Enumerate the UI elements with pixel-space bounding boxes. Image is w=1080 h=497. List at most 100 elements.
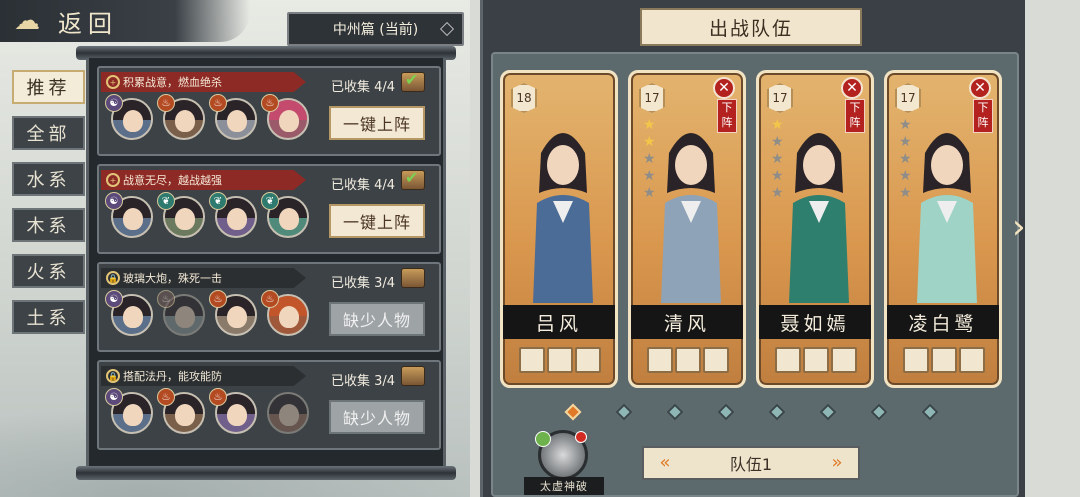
element-yinyang-icon: ☯ — [105, 192, 123, 210]
back-label: 返回 — [58, 9, 118, 38]
team-switcher[interactable]: « 队伍1 » — [642, 446, 860, 480]
collected-count: 已收集 3/4 — [331, 374, 396, 389]
level-badge: 17 — [895, 83, 921, 113]
team-member-card[interactable]: 17 ✕ 下阵 ★ ★ ★ ★ ★ 聂如嫣 — [756, 70, 874, 388]
remove-close-icon[interactable]: ✕ — [713, 77, 735, 99]
chapter-selector[interactable]: 中州篇 (当前) — [287, 12, 464, 46]
tab-earth[interactable]: 土系 — [12, 300, 85, 334]
reward-chest-icon[interactable] — [401, 366, 425, 386]
combo-row: 🔒 玻璃大炮，殊死一击 已收集 3/4 ☯ ♨ ♨ ♨ 缺少人物 — [97, 262, 441, 352]
combo-title: 积累战意，燃血绝杀 — [123, 76, 222, 89]
tab-all[interactable]: 全部 — [12, 116, 85, 150]
combo-title: 玻璃大炮，殊死一击 — [123, 272, 222, 285]
remove-close-icon[interactable]: ✕ — [969, 77, 991, 99]
equipment-slot[interactable] — [959, 347, 985, 373]
element-fire-icon: ♨ — [261, 290, 279, 308]
back-button[interactable]: ☁ 返回 — [0, 0, 250, 42]
deploy-all-button[interactable]: 一键上阵 — [329, 106, 425, 140]
missing-hero-button[interactable]: 缺少人物 — [329, 302, 425, 336]
tab-label: 推荐 — [26, 78, 71, 99]
character-portrait — [789, 133, 849, 303]
equipment-slot[interactable] — [547, 347, 573, 373]
hero-avatar-missing[interactable] — [267, 392, 309, 434]
character-portrait — [917, 133, 977, 303]
equipment-slot[interactable] — [831, 347, 857, 373]
element-yinyang-icon: ☯ — [105, 94, 123, 112]
next-team-arrow-icon[interactable]: » — [826, 452, 848, 474]
missing-hero-button[interactable]: 缺少人物 — [329, 400, 425, 434]
element-fire-icon: ♨ — [209, 94, 227, 112]
ultimate-skill-label: 太虚神破 — [524, 477, 604, 495]
combo-title-banner: + 战意无尽，越战越强 — [101, 170, 306, 190]
combo-title: 战意无尽，越战越强 — [123, 174, 222, 187]
prev-team-arrow-icon[interactable]: « — [654, 452, 676, 474]
combo-title-banner: 🔒 搭配法丹，能攻能防 — [101, 366, 306, 386]
combo-title-banner: + 积累战意，燃血绝杀 — [101, 72, 306, 92]
remove-close-icon[interactable]: ✕ — [841, 77, 863, 99]
tab-fire[interactable]: 火系 — [12, 254, 85, 288]
lock-icon: 🔒 — [106, 369, 120, 383]
element-fire-icon: ♨ — [157, 290, 175, 308]
next-page-arrow-icon[interactable]: › — [1012, 210, 1038, 244]
combo-title: 搭配法丹，能攻能防 — [123, 370, 222, 383]
team-member-card[interactable]: 17 ✕ 下阵 ★ ★ ★ ★ ★ 清风 — [628, 70, 746, 388]
tab-label: 木系 — [26, 216, 71, 237]
equipment-slot[interactable] — [803, 347, 829, 373]
equipment-slot[interactable] — [519, 347, 545, 373]
element-fire-icon: ♨ — [261, 94, 279, 112]
deploy-all-button[interactable]: 一键上阵 — [329, 204, 425, 238]
character-portrait — [533, 133, 593, 303]
character-portrait — [661, 133, 721, 303]
character-name: 凌白鹭 — [887, 305, 999, 339]
element-fire-icon: ♨ — [157, 94, 175, 112]
equipment-slot[interactable] — [775, 347, 801, 373]
equipment-slot[interactable] — [575, 347, 601, 373]
tab-label: 火系 — [26, 262, 71, 283]
collected-count: 已收集 3/4 — [331, 276, 396, 291]
ultimate-skill-button[interactable] — [535, 430, 588, 480]
tab-label: 水系 — [26, 170, 71, 191]
element-fire-icon: ♨ — [209, 388, 227, 406]
collected-count: 已收集 4/4 — [331, 80, 396, 95]
notification-dot — [575, 431, 587, 443]
tab-label: 土系 — [26, 308, 71, 329]
team-label: 队伍1 — [729, 455, 773, 474]
magnify-icon: + — [106, 173, 120, 187]
collected-count: 已收集 4/4 — [331, 178, 396, 193]
equipment-slot[interactable] — [675, 347, 701, 373]
combo-row: + 积累战意，燃血绝杀 已收集 4/4 ✔ ☯ ♨ ♨ ♨ 一键上阵 — [97, 66, 441, 156]
swap-icon[interactable] — [535, 431, 551, 447]
element-wood-icon: ❦ — [261, 192, 279, 210]
element-wood-icon: ❦ — [157, 192, 175, 210]
chapter-label: 中州篇 (当前) — [332, 22, 419, 38]
equipment-slot[interactable] — [647, 347, 673, 373]
team-member-card[interactable]: 18 吕风 — [500, 70, 618, 388]
element-yinyang-icon: ☯ — [105, 388, 123, 406]
reward-chest-icon[interactable] — [401, 268, 425, 288]
element-wood-icon: ❦ — [209, 192, 227, 210]
combo-row: 🔒 搭配法丹，能攻能防 已收集 3/4 ☯ ♨ ♨ 缺少人物 — [97, 360, 441, 450]
team-member-card[interactable]: 17 ✕ 下阵 ★ ★ ★ ★ ★ 凌白鹭 — [884, 70, 1002, 388]
diamond-icon — [439, 21, 455, 37]
tab-recommended[interactable]: 推荐 — [12, 70, 85, 104]
combo-row: + 战意无尽，越战越强 已收集 4/4 ✔ ☯ ❦ ❦ ❦ 一键上阵 — [97, 164, 441, 254]
level-badge: 17 — [639, 83, 665, 113]
character-name: 聂如嫣 — [759, 305, 871, 339]
team-title: 出战队伍 — [640, 8, 862, 46]
level-badge: 17 — [767, 83, 793, 113]
check-icon: ✔ — [405, 168, 419, 187]
character-name: 吕风 — [503, 305, 615, 339]
tab-water[interactable]: 水系 — [12, 162, 85, 196]
equipment-slot[interactable] — [903, 347, 929, 373]
magnify-icon: + — [106, 75, 120, 89]
element-fire-icon: ♨ — [209, 290, 227, 308]
tab-wood[interactable]: 木系 — [12, 208, 85, 242]
cloud-swirl-icon: ☁ — [14, 6, 40, 36]
equipment-slot[interactable] — [703, 347, 729, 373]
combo-list[interactable]: + 积累战意，燃血绝杀 已收集 4/4 ✔ ☯ ♨ ♨ ♨ 一键上阵 + 战意无尽，… — [86, 58, 446, 468]
tab-label: 全部 — [26, 124, 71, 145]
equipment-slot[interactable] — [931, 347, 957, 373]
element-fire-icon: ♨ — [157, 388, 175, 406]
lock-icon: 🔒 — [106, 271, 120, 285]
character-name: 清风 — [631, 305, 743, 339]
